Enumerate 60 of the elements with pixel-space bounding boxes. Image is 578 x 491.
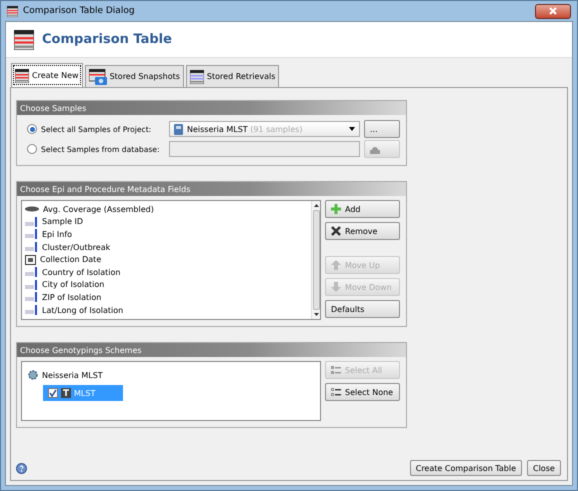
text-field-icon	[25, 229, 38, 240]
checkbox[interactable]	[48, 388, 58, 398]
text-field-icon	[25, 216, 38, 227]
tree-node[interactable]: Neisseria MLST	[42, 370, 103, 380]
table-icon	[190, 70, 204, 84]
window-title: Comparison Table Dialog	[23, 6, 136, 16]
database-field[interactable]	[169, 141, 360, 157]
list-item[interactable]: City of Isolation	[42, 280, 104, 290]
list-item[interactable]: Sample ID	[42, 217, 84, 226]
footer-button[interactable]: Create Comparison Table	[410, 460, 522, 476]
table-icon	[14, 30, 34, 50]
list-item[interactable]: Avg. Coverage (Assembled)	[43, 204, 154, 214]
x-icon	[331, 226, 341, 236]
arrow-down-icon	[331, 282, 341, 292]
radio-button[interactable]	[27, 144, 37, 154]
checklist-icon	[331, 365, 341, 375]
scroll-down-icon[interactable]	[314, 313, 318, 316]
plus-icon	[331, 204, 341, 214]
text-field-icon	[25, 305, 38, 316]
tab[interactable]: Create New	[11, 63, 83, 87]
panel-title: Choose Samples	[17, 101, 406, 115]
database-button[interactable]	[364, 140, 400, 158]
type-icon	[61, 388, 71, 398]
action-button[interactable]: Remove	[325, 222, 400, 240]
panel-title: Choose Genotypings Schemes	[17, 343, 406, 357]
action-button[interactable]: Add	[325, 200, 400, 218]
checklist-icon	[331, 387, 341, 397]
arrow-up-icon	[331, 260, 341, 270]
help-icon[interactable]	[16, 462, 27, 474]
select-button[interactable]: Select None	[325, 383, 400, 401]
text-field-icon	[25, 292, 38, 302]
list-item[interactable]: Lat/Long of Isolation	[42, 306, 124, 315]
footer-button[interactable]: Close	[527, 460, 561, 476]
panel-title: Choose Epi and Procedure Metadata Fields	[17, 182, 406, 196]
text-field-icon	[25, 267, 38, 278]
text-field-icon	[25, 280, 38, 290]
browse-button[interactable]: ...	[364, 120, 400, 138]
radio-button[interactable]	[27, 124, 37, 134]
oval-icon	[25, 206, 39, 212]
action-button[interactable]: Defaults	[325, 300, 400, 318]
dialog-title: Comparison Table	[42, 32, 172, 47]
tab[interactable]: Stored Retrievals	[186, 65, 280, 87]
list-item[interactable]: Epi Info	[42, 230, 72, 239]
project-icon	[174, 124, 183, 134]
list-item[interactable]: Collection Date	[40, 255, 102, 264]
dropdown-arrow-icon	[349, 127, 355, 131]
close-icon[interactable]	[535, 4, 571, 18]
list-item[interactable]: Cluster/Outbreak	[42, 242, 110, 252]
table-camera-icon	[88, 68, 107, 84]
gear-icon	[28, 370, 38, 380]
scroll-up-icon[interactable]	[314, 204, 318, 207]
text-field-icon	[25, 242, 38, 252]
app-icon	[7, 6, 18, 16]
list-item[interactable]: Country of Isolation	[42, 268, 120, 277]
tab[interactable]: Stored Snapshots	[84, 65, 184, 87]
project-dropdown[interactable]: Neisseria MLST (91 samples)	[169, 121, 360, 137]
scrollbar[interactable]	[311, 201, 320, 319]
list-item[interactable]: ZIP of Isolation	[42, 292, 102, 302]
calendar-icon	[25, 254, 36, 265]
table-plus-icon	[15, 68, 29, 82]
